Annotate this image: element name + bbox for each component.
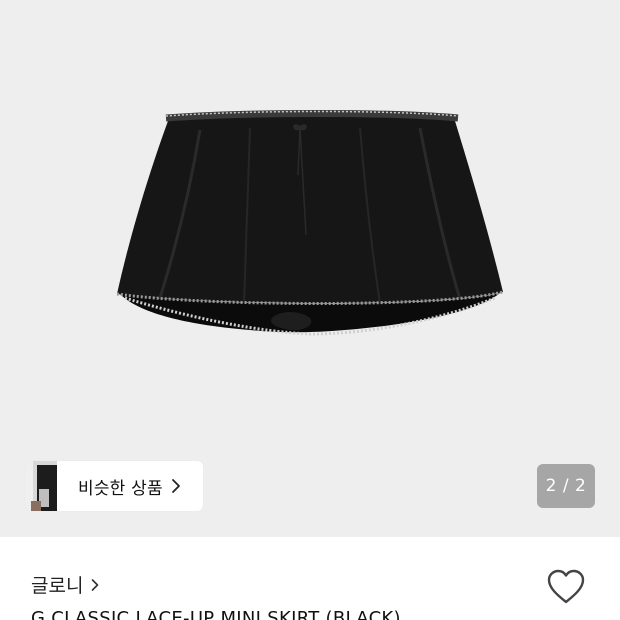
- product-info-section: 글로니 G CLASSIC LACE-UP MINI SKIRT (BLACK): [0, 537, 620, 620]
- similar-product-thumbnail: [25, 461, 57, 511]
- image-page-counter: 2 / 2: [537, 464, 595, 508]
- brand-name: 글로니: [31, 575, 84, 597]
- chevron-right-icon: [91, 577, 101, 593]
- product-title: G CLASSIC LACE-UP MINI SKIRT (BLACK): [31, 608, 401, 620]
- brand-link[interactable]: 글로니: [31, 571, 101, 598]
- product-detail-page: 비슷한 상품 2 / 2 글로니 G CLASSIC LACE-UP MINI …: [0, 0, 620, 620]
- chevron-right-icon: [171, 477, 185, 495]
- similar-products-label: 비슷한 상품: [78, 478, 163, 499]
- similar-products-button[interactable]: 비슷한 상품: [25, 461, 203, 511]
- product-image: [116, 110, 504, 336]
- wishlist-heart-icon[interactable]: [546, 569, 586, 605]
- product-image-gallery[interactable]: 비슷한 상품 2 / 2: [0, 0, 620, 537]
